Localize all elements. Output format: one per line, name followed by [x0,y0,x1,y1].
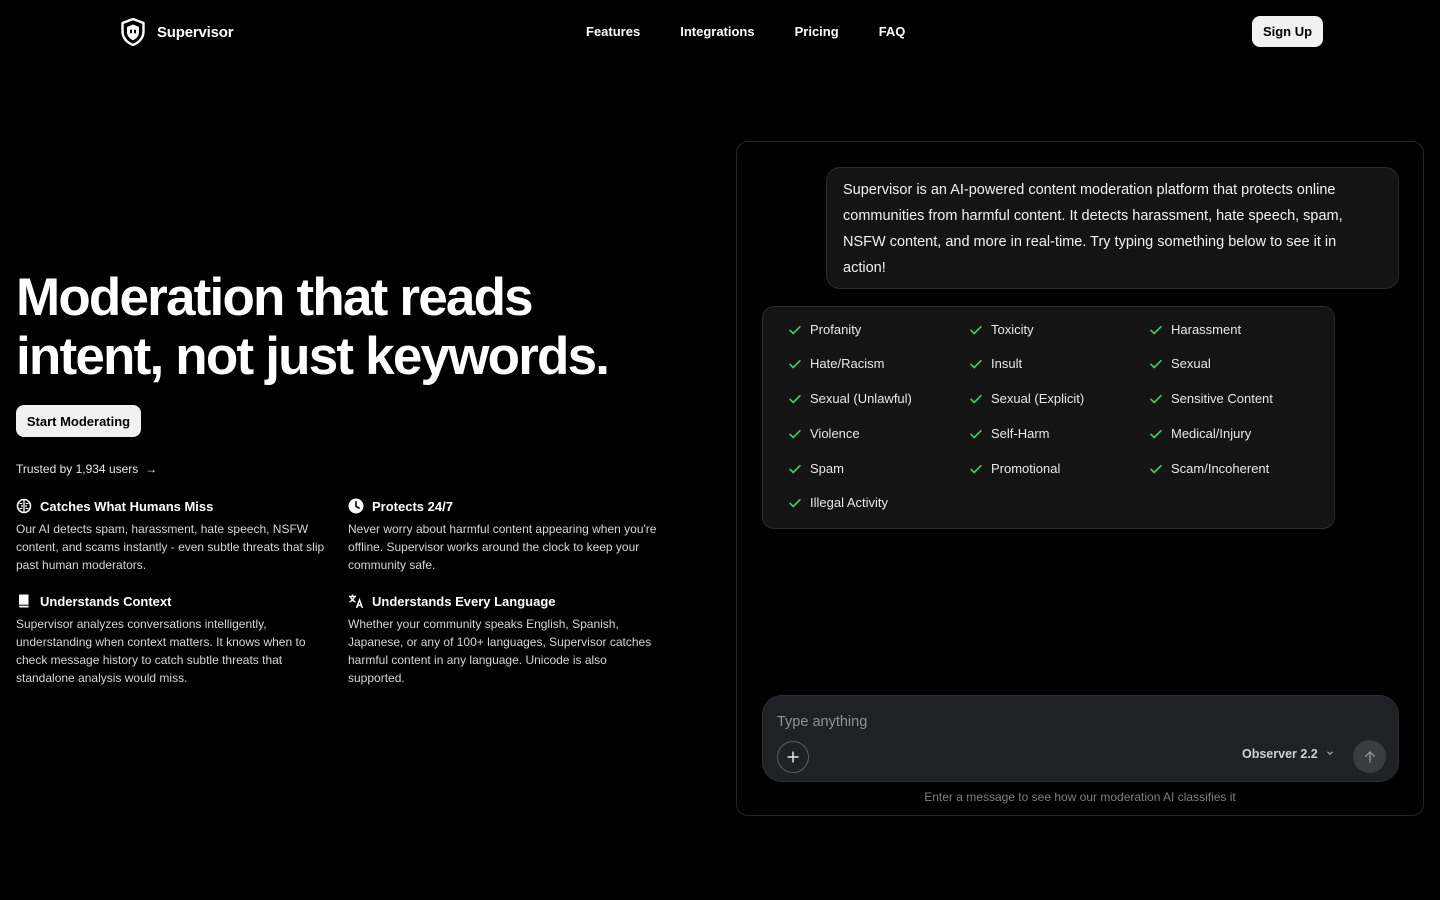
chevron-down-icon [1326,749,1334,760]
feature-title: Protects 24/7 [372,498,453,514]
category-label: Sexual (Unlawful) [810,391,912,406]
feature-title: Catches What Humans Miss [40,498,214,514]
category-label: Toxicity [991,322,1034,337]
category-item: Sensitive Content [1149,391,1273,406]
nav-features[interactable]: Features [586,24,640,39]
category-label: Sexual [1171,356,1211,371]
checkmark-icon [788,496,802,510]
hero-title: Moderation that reads intent, not just k… [16,268,656,386]
checkmark-icon [969,427,983,441]
feature-understands-every-language: Understands Every Language Whether your … [348,593,658,687]
category-item: Violence [788,426,860,441]
clock-icon [348,498,364,514]
hero-title-line-1: Moderation that reads [16,268,534,327]
category-label: Self-Harm [991,426,1050,441]
arrow-right-icon: → [145,462,158,476]
category-item: Promotional [969,461,1060,476]
shield-icon [120,17,145,47]
feature-understands-context: Understands Context Supervisor analyzes … [16,593,326,687]
checkmark-icon [1149,392,1163,406]
category-item: Insult [969,356,1022,371]
category-label: Illegal Activity [810,495,889,510]
brain-icon [16,498,32,514]
category-item: Sexual (Unlawful) [788,391,912,406]
category-label: Violence [810,426,860,441]
composer-hint: Enter a message to see how our moderatio… [924,790,1236,804]
category-label: Sexual (Explicit) [991,391,1085,406]
category-label: Promotional [991,461,1061,476]
feature-description: Supervisor analyzes conversations intell… [16,617,306,685]
send-button[interactable] [1353,740,1386,773]
checkmark-icon [1149,357,1163,371]
category-list: Profanity Toxicity Harassment Hate/Racism In… [762,306,1335,529]
category-item: Toxicity [969,322,1034,337]
start-moderating-button[interactable]: Start Moderating [16,405,141,437]
checkmark-icon [788,427,802,441]
category-label: Profanity [810,322,862,337]
model-select[interactable]: Observer 2.2 [1242,747,1334,761]
site-header: Supervisor Features Integrations Pricing… [0,0,1440,64]
checkmark-icon [1149,427,1163,441]
feature-protects-24-7: Protects 24/7 Never worry about harmful … [348,498,658,574]
message-input[interactable] [777,710,1337,734]
category-label: Sensitive Content [1171,391,1273,406]
book-icon [16,593,32,609]
category-label: Medical/Injury [1171,426,1252,441]
checkmark-icon [788,392,802,406]
checkmark-icon [1149,323,1163,337]
moderation-demo-panel: Supervisor is an AI-powered content mode… [736,141,1424,816]
trusted-by-link[interactable]: Trusted by 1,934 users → [16,462,157,476]
category-item: Scam/Incoherent [1149,461,1269,476]
checkmark-icon [969,462,983,476]
feature-catches-what-humans-miss: Catches What Humans Miss Our AI detects … [16,498,326,574]
category-label: Harassment [1171,322,1242,337]
category-item: Sexual [1149,356,1211,371]
nav-pricing[interactable]: Pricing [795,24,839,39]
category-item: Sexual (Explicit) [969,391,1084,406]
category-item: Spam [788,461,844,476]
checkmark-icon [788,357,802,371]
category-label: Scam/Incoherent [1171,461,1270,476]
checkmark-icon [788,323,802,337]
category-item: Harassment [1149,322,1241,337]
category-item: Self-Harm [969,426,1050,441]
model-label: Observer 2.2 [1242,747,1318,761]
checkmark-icon [788,462,802,476]
arrow-up-icon [1363,750,1377,764]
message-composer: Observer 2.2 [762,695,1399,782]
feature-title: Understands Every Language [372,593,556,609]
hero-title-line-2: intent, not just keywords. [16,327,610,386]
brand-logo[interactable]: Supervisor [120,17,234,47]
feature-description: Whether your community speaks English, S… [348,617,652,685]
nav-faq[interactable]: FAQ [879,24,906,39]
category-item: Hate/Racism [788,356,884,371]
intro-message-bubble: Supervisor is an AI-powered content mode… [826,167,1399,289]
category-item: Profanity [788,322,861,337]
checkmark-icon [969,357,983,371]
brand-name: Supervisor [157,23,234,41]
checkmark-icon [1149,462,1163,476]
feature-title: Understands Context [40,593,172,609]
main-nav: Features Integrations Pricing FAQ [586,24,905,39]
feature-description: Our AI detects spam, harassment, hate sp… [16,522,325,572]
category-item: Illegal Activity [788,495,888,510]
checkmark-icon [969,323,983,337]
nav-integrations[interactable]: Integrations [680,24,754,39]
feature-description: Never worry about harmful content appear… [348,522,657,572]
plus-icon [786,750,800,764]
add-attachment-button[interactable] [777,741,809,773]
trusted-text: Trusted by 1,934 users [16,462,139,476]
category-label: Hate/Racism [810,356,885,371]
category-label: Insult [991,356,1023,371]
category-item: Medical/Injury [1149,426,1251,441]
category-label: Spam [810,461,844,476]
checkmark-icon [969,392,983,406]
sign-up-button[interactable]: Sign Up [1252,16,1323,47]
translate-icon [348,593,364,609]
